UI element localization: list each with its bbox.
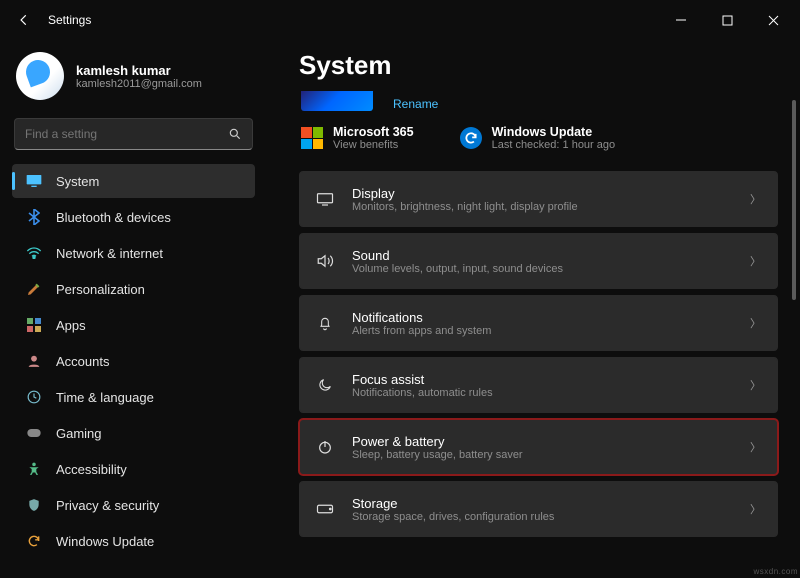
microsoft-365-icon xyxy=(301,127,323,149)
bluetooth-icon xyxy=(26,209,42,225)
personalization-icon xyxy=(26,281,42,297)
card-subtitle: Volume levels, output, input, sound devi… xyxy=(352,263,734,275)
page-title: System xyxy=(299,50,778,81)
network-icon xyxy=(26,245,42,261)
chevron-right-icon: 〉 xyxy=(750,191,761,207)
window-controls xyxy=(658,4,796,36)
privacy-icon xyxy=(26,497,42,513)
sidebar-nav: System Bluetooth & devices Network & int… xyxy=(12,164,255,558)
user-profile[interactable]: kamlesh kumar kamlesh2011@gmail.com xyxy=(16,52,251,100)
sidebar-item-label: Windows Update xyxy=(56,534,154,549)
sidebar-item-label: Gaming xyxy=(56,426,102,441)
sidebar-item-label: Time & language xyxy=(56,390,154,405)
moon-icon xyxy=(314,377,336,393)
tile-microsoft-365[interactable]: Microsoft 365 View benefits xyxy=(301,125,414,151)
sidebar-item-network[interactable]: Network & internet xyxy=(12,236,255,270)
minimize-button[interactable] xyxy=(658,4,704,36)
sidebar-item-label: Personalization xyxy=(56,282,145,297)
close-button[interactable] xyxy=(750,4,796,36)
card-storage[interactable]: StorageStorage space, drives, configurat… xyxy=(299,481,778,537)
main-content: System Rename Microsoft 365 View benefit… xyxy=(265,40,800,578)
card-display[interactable]: DisplayMonitors, brightness, night light… xyxy=(299,171,778,227)
sidebar-item-label: Accounts xyxy=(56,354,109,369)
gaming-icon xyxy=(26,425,42,441)
sidebar-item-system[interactable]: System xyxy=(12,164,255,198)
chevron-right-icon: 〉 xyxy=(750,377,761,393)
sidebar-item-label: System xyxy=(56,174,99,189)
user-name: kamlesh kumar xyxy=(76,63,202,78)
windows-update-icon xyxy=(460,127,482,149)
card-title: Display xyxy=(352,186,734,201)
card-title: Sound xyxy=(352,248,734,263)
back-button[interactable] xyxy=(4,0,44,40)
power-icon xyxy=(314,439,336,455)
card-subtitle: Storage space, drives, configuration rul… xyxy=(352,511,734,523)
search-box[interactable] xyxy=(14,118,253,150)
tile-subtitle: View benefits xyxy=(333,139,414,151)
sound-icon xyxy=(314,253,336,269)
sidebar: kamlesh kumar kamlesh2011@gmail.com Syst… xyxy=(0,40,265,578)
avatar xyxy=(16,52,64,100)
bell-icon xyxy=(314,315,336,331)
device-thumbnail xyxy=(301,91,373,111)
card-subtitle: Monitors, brightness, night light, displ… xyxy=(352,201,734,213)
chevron-right-icon: 〉 xyxy=(750,253,761,269)
window-title: Settings xyxy=(48,13,91,27)
rename-link[interactable]: Rename xyxy=(393,97,438,111)
chevron-right-icon: 〉 xyxy=(750,315,761,331)
settings-cards: DisplayMonitors, brightness, night light… xyxy=(299,171,778,537)
title-bar: Settings xyxy=(0,0,800,40)
sidebar-item-label: Accessibility xyxy=(56,462,127,477)
device-row: Rename xyxy=(299,91,778,111)
chevron-right-icon: 〉 xyxy=(750,501,761,517)
sidebar-item-time-language[interactable]: Time & language xyxy=(12,380,255,414)
sidebar-item-bluetooth[interactable]: Bluetooth & devices xyxy=(12,200,255,234)
card-title: Focus assist xyxy=(352,372,734,387)
watermark: wsxdn.com xyxy=(753,567,798,576)
scrollbar[interactable] xyxy=(792,100,796,570)
card-notifications[interactable]: NotificationsAlerts from apps and system… xyxy=(299,295,778,351)
maximize-button[interactable] xyxy=(704,4,750,36)
sidebar-item-privacy[interactable]: Privacy & security xyxy=(12,488,255,522)
tile-windows-update[interactable]: Windows Update Last checked: 1 hour ago xyxy=(460,125,616,151)
tile-title: Windows Update xyxy=(492,125,616,139)
sidebar-item-label: Network & internet xyxy=(56,246,163,261)
sidebar-item-label: Bluetooth & devices xyxy=(56,210,171,225)
accounts-icon xyxy=(26,353,42,369)
sidebar-item-gaming[interactable]: Gaming xyxy=(12,416,255,450)
sidebar-item-label: Apps xyxy=(56,318,86,333)
system-icon xyxy=(26,173,42,189)
user-email: kamlesh2011@gmail.com xyxy=(76,78,202,90)
sidebar-item-windows-update[interactable]: Windows Update xyxy=(12,524,255,558)
storage-icon xyxy=(314,503,336,515)
sidebar-item-personalization[interactable]: Personalization xyxy=(12,272,255,306)
tile-subtitle: Last checked: 1 hour ago xyxy=(492,139,616,151)
tile-title: Microsoft 365 xyxy=(333,125,414,139)
apps-icon xyxy=(26,317,42,333)
chevron-right-icon: 〉 xyxy=(750,439,761,455)
card-focus-assist[interactable]: Focus assistNotifications, automatic rul… xyxy=(299,357,778,413)
accessibility-icon xyxy=(26,461,42,477)
scrollbar-thumb[interactable] xyxy=(792,100,796,300)
sidebar-item-apps[interactable]: Apps xyxy=(12,308,255,342)
card-power-battery[interactable]: Power & batterySleep, battery usage, bat… xyxy=(299,419,778,475)
card-sound[interactable]: SoundVolume levels, output, input, sound… xyxy=(299,233,778,289)
sidebar-item-label: Privacy & security xyxy=(56,498,159,513)
card-subtitle: Sleep, battery usage, battery saver xyxy=(352,449,734,461)
display-icon xyxy=(314,192,336,206)
card-title: Storage xyxy=(352,496,734,511)
sidebar-item-accessibility[interactable]: Accessibility xyxy=(12,452,255,486)
sidebar-item-accounts[interactable]: Accounts xyxy=(12,344,255,378)
search-input[interactable] xyxy=(25,127,228,141)
time-icon xyxy=(26,389,42,405)
card-title: Notifications xyxy=(352,310,734,325)
card-subtitle: Notifications, automatic rules xyxy=(352,387,734,399)
search-icon xyxy=(228,127,242,141)
card-title: Power & battery xyxy=(352,434,734,449)
update-icon xyxy=(26,533,42,549)
card-subtitle: Alerts from apps and system xyxy=(352,325,734,337)
